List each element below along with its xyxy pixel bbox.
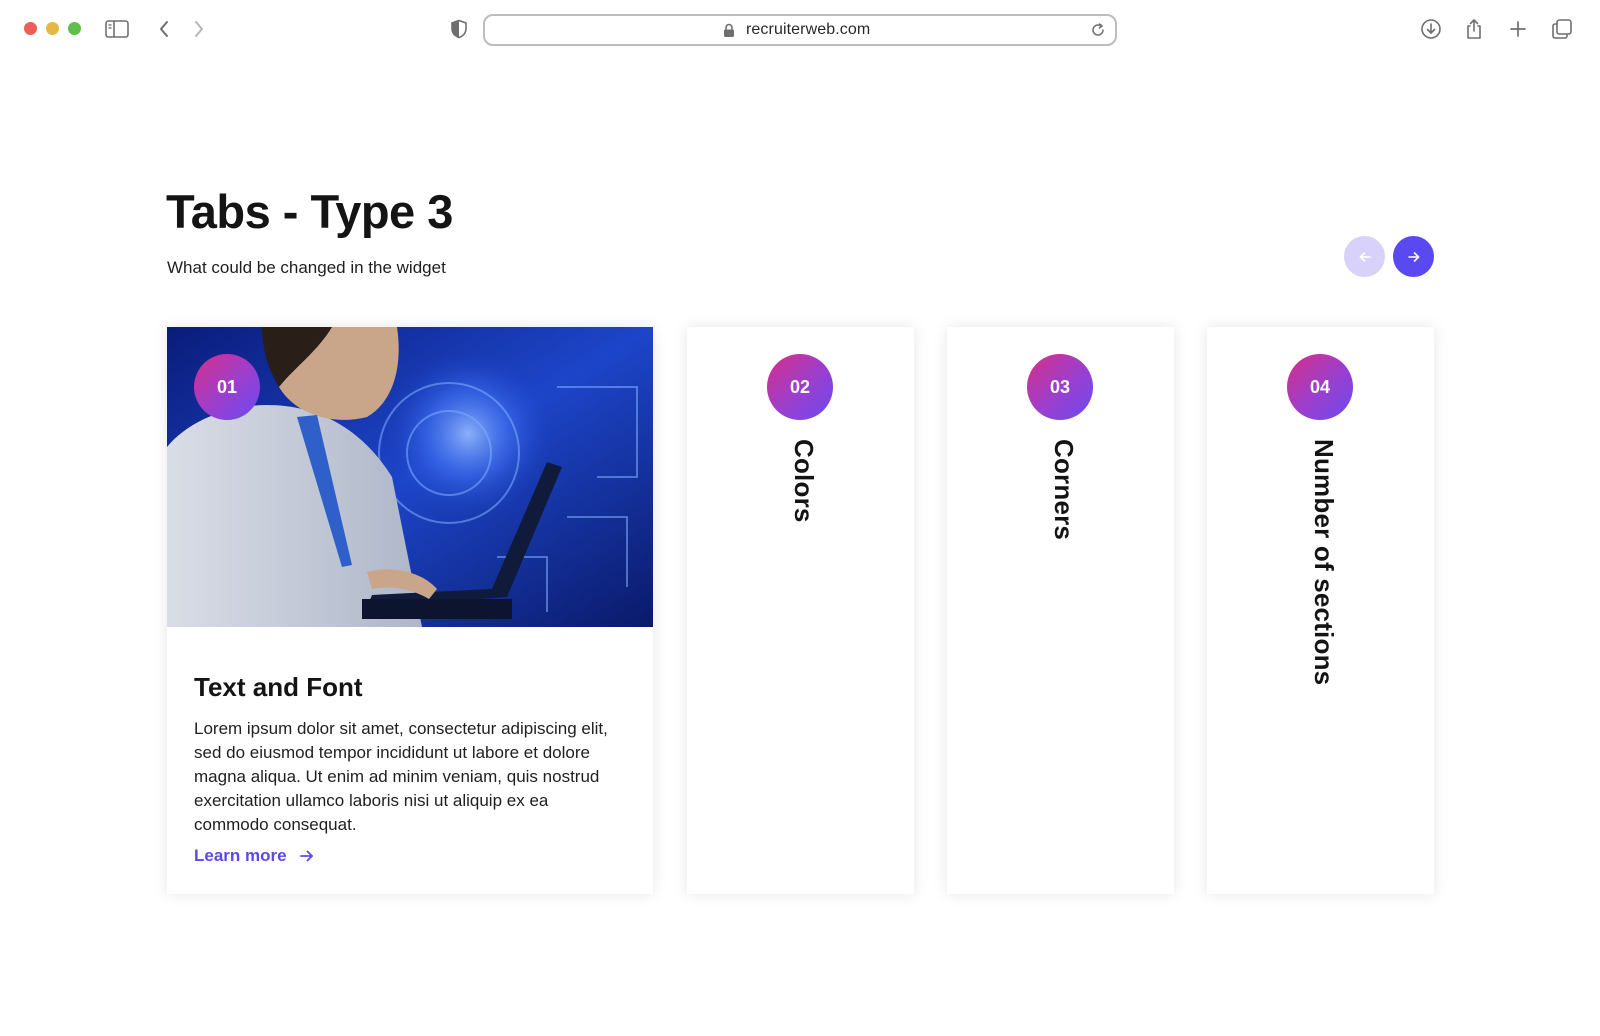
tab-number-badge: 01 — [194, 354, 260, 420]
tab-card-text-and-font[interactable]: 01 Text and Font Lorem ipsum dolor sit a… — [167, 327, 653, 894]
sidebar-toggle-icon[interactable] — [104, 16, 130, 42]
back-icon[interactable] — [151, 16, 177, 42]
downloads-icon[interactable] — [1418, 16, 1444, 42]
tab-card-colors[interactable]: 02 Colors — [687, 327, 914, 894]
tab-card-number-of-sections[interactable]: 04 Number of sections — [1207, 327, 1434, 894]
previous-button[interactable] — [1344, 236, 1385, 277]
forward-icon[interactable] — [186, 16, 212, 42]
arrow-right-icon — [299, 850, 313, 862]
tab-number-badge: 04 — [1287, 354, 1353, 420]
tab-overview-icon[interactable] — [1549, 16, 1575, 42]
page-subtitle: What could be changed in the widget — [167, 258, 446, 277]
arrow-right-icon — [1407, 251, 1419, 262]
tab-label: Corners — [1049, 439, 1079, 541]
minimize-window-button[interactable] — [46, 22, 59, 35]
tab-number-badge: 03 — [1027, 354, 1093, 420]
learn-more-label: Learn more — [194, 846, 287, 865]
tab-label: Colors — [789, 439, 819, 523]
tab-card-corners[interactable]: 03 Corners — [947, 327, 1174, 894]
tab-label: Number of sections — [1309, 439, 1339, 686]
zoom-window-button[interactable] — [68, 22, 81, 35]
next-button[interactable] — [1393, 236, 1434, 277]
reload-icon[interactable] — [1090, 22, 1106, 43]
browser-toolbar: recruiterweb.com — [0, 0, 1600, 60]
close-window-button[interactable] — [24, 22, 37, 35]
card-heading: Text and Font — [194, 672, 363, 702]
privacy-shield-icon[interactable] — [446, 16, 472, 42]
page-title: Tabs - Type 3 — [166, 185, 453, 238]
lock-icon — [723, 23, 735, 43]
new-tab-icon[interactable] — [1505, 16, 1531, 42]
share-icon[interactable] — [1461, 16, 1487, 42]
address-bar[interactable]: recruiterweb.com — [483, 14, 1117, 46]
tab-number-badge: 02 — [767, 354, 833, 420]
learn-more-link[interactable]: Learn more — [194, 846, 315, 866]
arrow-left-icon — [1359, 251, 1371, 262]
card-body-text: Lorem ipsum dolor sit amet, consectetur … — [194, 719, 608, 834]
url-text: recruiterweb.com — [746, 21, 871, 38]
